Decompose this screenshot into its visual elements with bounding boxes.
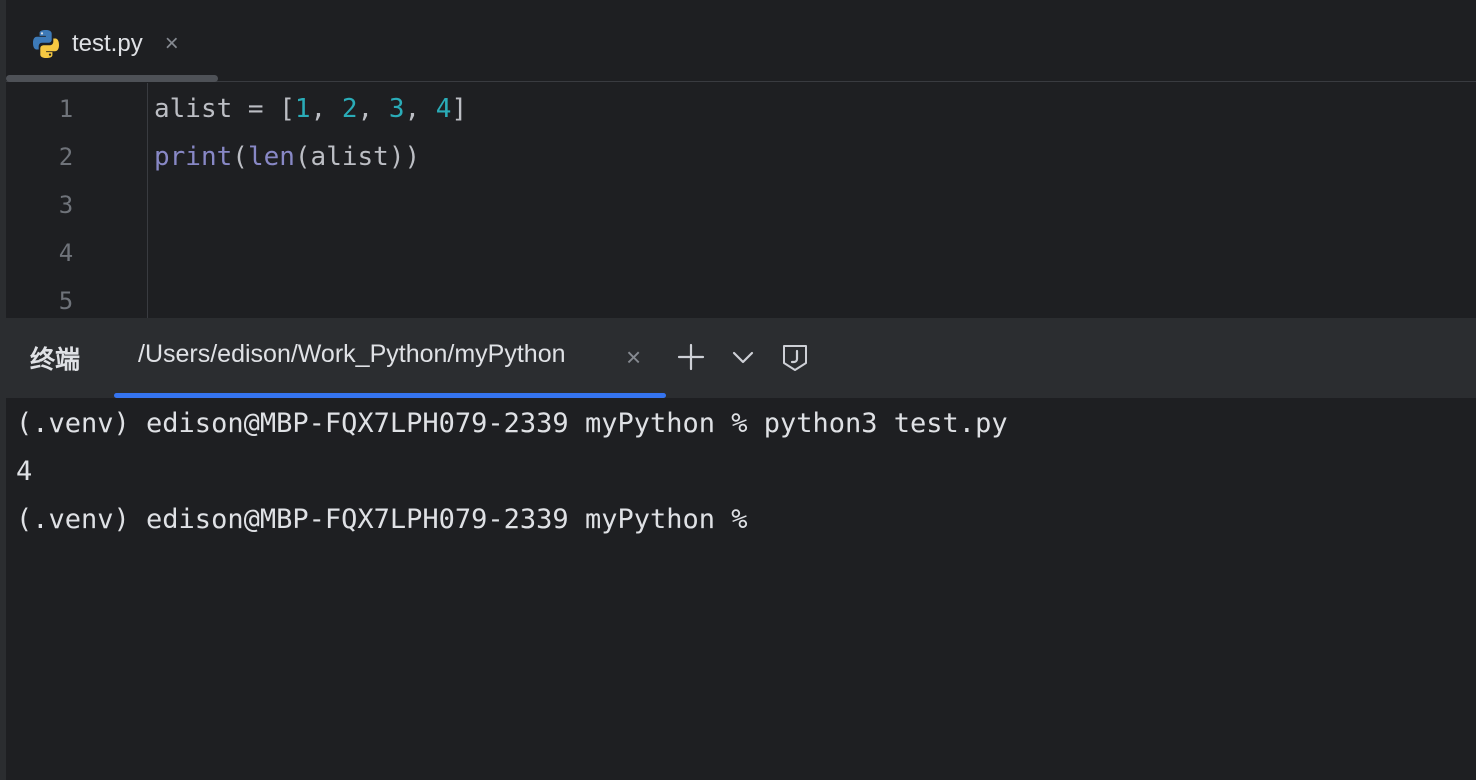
editor-tab-bar: test.py ×: [6, 0, 1476, 82]
tab-scrollbar[interactable]: [6, 75, 218, 82]
line-number-gutter: 1 2 3 4 5: [6, 83, 148, 319]
editor-tab-test-py[interactable]: test.py ×: [30, 24, 179, 64]
code-token: 2: [341, 94, 358, 124]
code-token: ,: [404, 94, 436, 124]
terminal-line: (.venv) edison@MBP-FQX7LPH079-2339 myPyt…: [16, 408, 1008, 439]
code-token: len: [247, 142, 295, 172]
terminal-header: 终端 /Users/edison/Work_Python/myPython ×: [6, 318, 1476, 398]
tab-close-icon[interactable]: ×: [165, 32, 179, 56]
terminal-output[interactable]: (.venv) edison@MBP-FQX7LPH079-2339 myPyt…: [6, 398, 1476, 780]
code-token: alist = [: [154, 94, 295, 124]
tab-label: test.py: [72, 30, 143, 57]
line-number: 3: [58, 191, 74, 219]
jupyter-button[interactable]: [778, 340, 812, 374]
line-number: 5: [58, 287, 74, 315]
line-number: 2: [58, 143, 74, 171]
terminal-line: 4: [16, 456, 33, 487]
code-token: (alist)): [294, 142, 421, 172]
python-file-icon: [30, 28, 62, 60]
code-token: ,: [357, 94, 389, 124]
code-editor[interactable]: 1 2 3 4 5 alist = [1, 2, 3, 4] print(len…: [6, 83, 1476, 319]
code-token: 4: [435, 94, 452, 124]
line-number: 4: [58, 239, 74, 267]
terminal-options-button[interactable]: [726, 340, 760, 374]
code-token: ]: [451, 94, 468, 124]
code-line[interactable]: alist = [1, 2, 3, 4]: [154, 85, 467, 133]
code-token: 3: [388, 94, 405, 124]
code-token: ,: [310, 94, 342, 124]
code-line[interactable]: print(len(alist)): [154, 133, 420, 181]
terminal-tab[interactable]: /Users/edison/Work_Python/myPython: [138, 340, 566, 369]
plus-icon: [677, 343, 705, 371]
terminal-line: (.venv) edison@MBP-FQX7LPH079-2339 myPyt…: [16, 504, 748, 535]
code-token: print: [154, 142, 233, 172]
code-token: 1: [294, 94, 311, 124]
chevron-down-icon: [732, 351, 754, 364]
jupyter-icon: [783, 345, 807, 371]
terminal-title: 终端: [30, 346, 81, 374]
code-token: (: [232, 142, 248, 172]
new-terminal-button[interactable]: [674, 340, 708, 374]
line-number: 1: [58, 95, 74, 123]
terminal-tab-close-icon[interactable]: ×: [626, 340, 641, 374]
